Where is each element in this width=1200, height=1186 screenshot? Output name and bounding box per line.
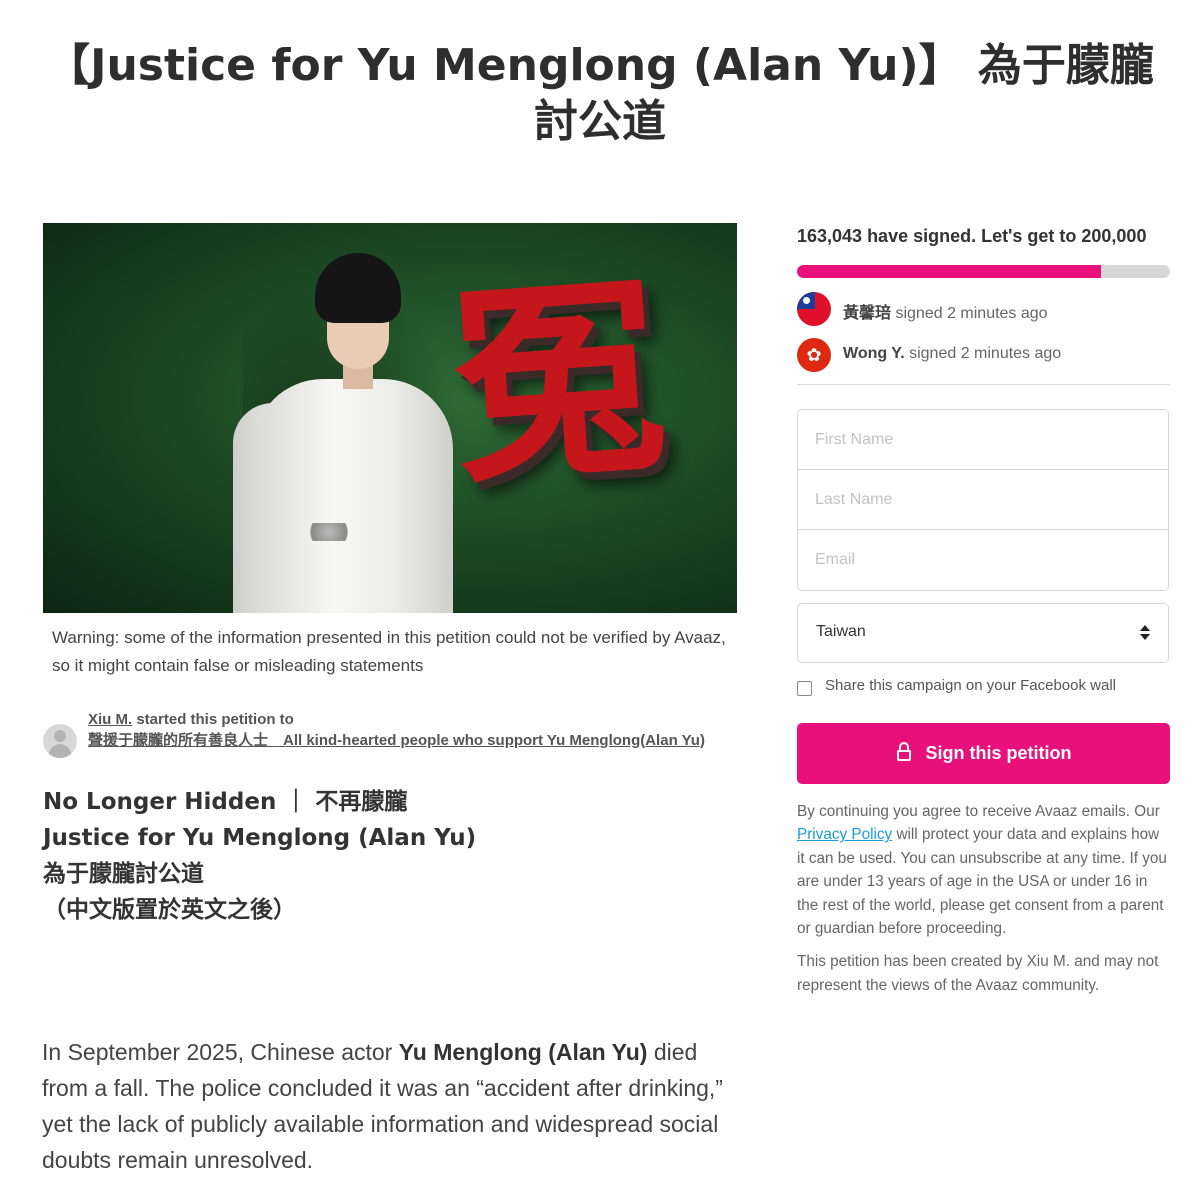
body-part-1: In September 2025, Chinese actor	[42, 1039, 399, 1065]
subhead-line-3: 為于朦朧討公道	[43, 861, 204, 887]
petition-body-paragraph: In September 2025, Chinese actor Yu Meng…	[42, 1034, 742, 1178]
hero-person-suit	[253, 379, 453, 613]
facebook-share-checkbox[interactable]	[797, 681, 812, 696]
progress-fill	[797, 265, 1102, 278]
avatar-head-icon	[54, 730, 66, 742]
legal-before: By continuing you agree to receive Avaaz…	[797, 803, 1160, 820]
signer-name: 黃馨琣	[843, 305, 892, 322]
sidebar-divider	[797, 384, 1170, 385]
facebook-share-option: Share this campaign on your Facebook wal…	[797, 677, 1170, 699]
sign-petition-button[interactable]: Sign this petition	[797, 723, 1170, 784]
hero-calligraphy-glyph: 冤	[444, 251, 672, 513]
signer-info: 黃馨琣 signed 2 minutes ago	[843, 299, 1048, 323]
privacy-policy-link[interactable]: Privacy Policy	[797, 826, 892, 843]
petition-subheading: No Longer Hidden ｜ 不再朦朧 Justice for Yu M…	[43, 784, 733, 928]
arrow-up	[1140, 625, 1150, 631]
created-by-note: This petition has been created by Xiu M.…	[797, 953, 1159, 994]
recent-signers: 黃馨琣 signed 2 minutes ago ✿ Wong Y. signe…	[797, 288, 1170, 380]
page-title: 【Justice for Yu Menglong (Alan Yu)】 為于朦朧…	[46, 40, 1154, 147]
signature-count: 163,043 have signed. Let's get to 200,00…	[797, 226, 1147, 246]
petition-starter: Xiu M. started this petition to 聲援于朦朧的所有…	[43, 710, 733, 770]
body-actor-name: Yu Menglong (Alan Yu)	[398, 1039, 648, 1065]
signer-info: Wong Y. signed 2 minutes ago	[843, 345, 1061, 363]
verification-warning: Warning: some of the information present…	[52, 628, 726, 675]
starter-action: started this petition to	[136, 711, 294, 728]
avatar	[43, 724, 77, 758]
starter-name-link[interactable]: Xiu M.	[88, 711, 132, 728]
last-name-field[interactable]	[798, 470, 1168, 530]
lock-icon	[896, 742, 912, 761]
flag-sun	[803, 297, 810, 304]
sign-button-label: Sign this petition	[925, 743, 1072, 763]
lock-body	[896, 750, 911, 761]
recent-signer-row: 黃馨琣 signed 2 minutes ago	[797, 288, 1170, 334]
subhead-line-4: （中文版置於英文之後）	[43, 897, 296, 923]
signer-time: signed 2 minutes ago	[895, 305, 1048, 322]
hong-kong-flag-icon: ✿	[797, 338, 831, 372]
starter-text: Xiu M. started this petition to 聲援于朦朧的所有…	[88, 710, 733, 751]
subhead-line-1: No Longer Hidden ｜ 不再朦朧	[43, 789, 408, 815]
signer-fields	[797, 409, 1169, 591]
legal-notice: By continuing you agree to receive Avaaz…	[797, 800, 1170, 940]
select-arrows-icon	[1139, 625, 1151, 643]
first-name-field[interactable]	[798, 410, 1168, 470]
recent-signer-row: ✿ Wong Y. signed 2 minutes ago	[797, 334, 1170, 380]
signer-name: Wong Y.	[843, 345, 905, 362]
avatar-shoulders-icon	[49, 744, 71, 758]
signature-progress-bar	[797, 265, 1170, 278]
hero-brooch	[305, 523, 353, 541]
taiwan-flag-icon	[797, 292, 831, 326]
subhead-line-2: Justice for Yu Menglong (Alan Yu)	[43, 825, 477, 851]
sign-sidebar: 163,043 have signed. Let's get to 200,00…	[797, 222, 1170, 997]
country-select[interactable]: Taiwan	[797, 603, 1169, 663]
signer-time: signed 2 minutes ago	[909, 345, 1062, 362]
facebook-share-label: Share this campaign on your Facebook wal…	[825, 677, 1116, 694]
country-value: Taiwan	[816, 623, 866, 640]
petition-hero-image: 冤	[43, 223, 737, 613]
bauhinia-icon: ✿	[806, 345, 822, 365]
email-field[interactable]	[798, 530, 1168, 590]
arrow-down	[1140, 634, 1150, 640]
hero-person-hair	[315, 253, 401, 323]
recipient-link[interactable]: 聲援于朦朧的所有善良人士 All kind-hearted people who…	[88, 732, 705, 749]
